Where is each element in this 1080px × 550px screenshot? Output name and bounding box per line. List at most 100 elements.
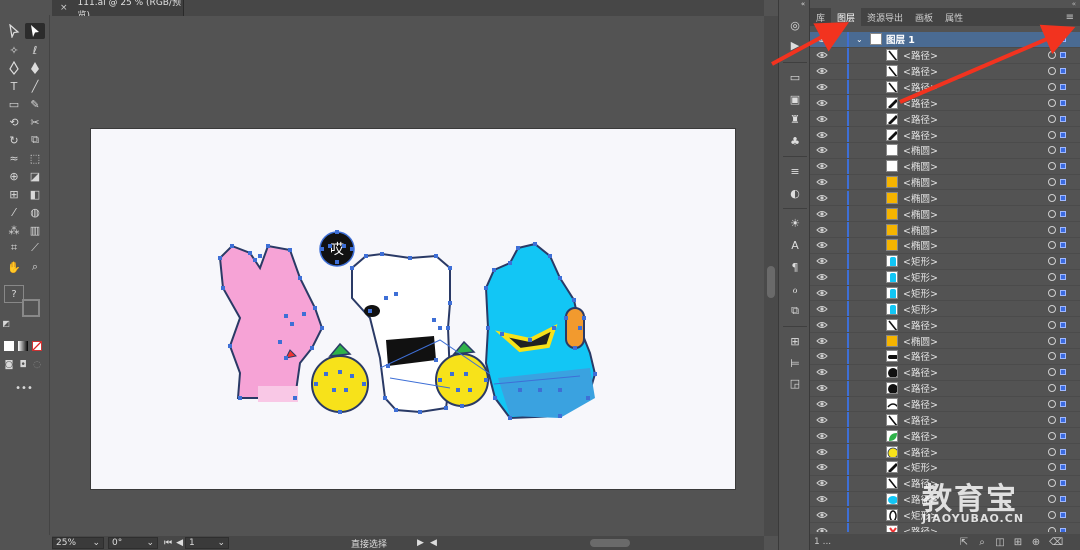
anchor-point[interactable]: [228, 344, 232, 348]
rotate-tool-icon[interactable]: ↻: [4, 132, 24, 148]
layer-item-row[interactable]: <路径>: [810, 428, 1080, 445]
layer-item-row[interactable]: <矩形>: [810, 253, 1080, 270]
selection-square-icon[interactable]: [1060, 179, 1066, 186]
anchor-point[interactable]: [572, 298, 576, 302]
target-circle-icon[interactable]: [1048, 304, 1056, 313]
anchor-point[interactable]: [448, 301, 452, 305]
new-sublayer-icon[interactable]: ⊞: [1012, 536, 1024, 548]
target-circle-icon[interactable]: [1048, 273, 1056, 282]
anchor-point[interactable]: [350, 266, 354, 270]
layer-item-row[interactable]: <路径>: [810, 364, 1080, 381]
anchor-point[interactable]: [548, 254, 552, 258]
scissors-icon[interactable]: ✂: [25, 114, 45, 130]
perspective-grid-icon[interactable]: ⊞: [4, 186, 24, 202]
visibility-eye-icon[interactable]: [816, 462, 828, 472]
anchor-point[interactable]: [586, 396, 590, 400]
pathfinder-icon[interactable]: ◲: [787, 376, 803, 390]
selection-square-icon[interactable]: [1060, 369, 1066, 376]
anchor-point[interactable]: [350, 247, 354, 251]
anchor-point[interactable]: [516, 246, 520, 250]
symbol-panel-icon[interactable]: ♜: [787, 112, 803, 126]
anchor-point[interactable]: [432, 318, 436, 322]
visibility-eye-icon[interactable]: [816, 114, 828, 124]
target-circle-icon[interactable]: [1048, 225, 1056, 234]
panel-tab-2[interactable]: 资源导出: [861, 8, 909, 26]
visibility-eye-icon[interactable]: [816, 193, 828, 203]
hand-tool-icon[interactable]: ✋: [4, 259, 24, 275]
target-circle-icon[interactable]: [1048, 431, 1056, 440]
clip-mask-icon[interactable]: ◫: [994, 536, 1006, 548]
selection-square-icon[interactable]: [1060, 131, 1066, 138]
layer-item-row[interactable]: <矩形>: [810, 285, 1080, 302]
visibility-eye-icon[interactable]: [816, 161, 828, 171]
anchor-point[interactable]: [230, 244, 234, 248]
layer-item-row[interactable]: <路径>: [810, 317, 1080, 334]
appearance-icon[interactable]: ☀: [787, 216, 803, 230]
delete-layer-icon[interactable]: ⌫: [1049, 536, 1063, 548]
anchor-point[interactable]: [528, 338, 532, 342]
first-artboard-icon[interactable]: ⏮: [164, 538, 172, 548]
target-circle-icon[interactable]: [1048, 463, 1056, 472]
magic-wand-icon[interactable]: ✧: [4, 42, 24, 58]
lemon-left[interactable]: [311, 342, 369, 413]
transparency-icon[interactable]: ◐: [787, 186, 803, 200]
selection-square-icon[interactable]: [1060, 305, 1066, 312]
layer-item-row[interactable]: <路径>: [810, 127, 1080, 143]
paintbrush-icon[interactable]: ✎: [25, 96, 45, 112]
visibility-eye-icon[interactable]: [816, 478, 828, 488]
selection-square-icon[interactable]: [1060, 337, 1066, 344]
anchor-point[interactable]: [533, 242, 537, 246]
zoom-tool-icon[interactable]: ⌕: [25, 259, 45, 275]
visibility-eye-icon[interactable]: [816, 82, 828, 92]
layer-item-row[interactable]: <椭圆>: [810, 174, 1080, 191]
lasso-icon[interactable]: ℓ: [25, 42, 45, 58]
layer-item-row[interactable]: <路径>: [810, 47, 1080, 64]
zoom-field[interactable]: 25% ⌄: [52, 537, 104, 549]
paragraph-panel-icon[interactable]: ¶: [787, 260, 803, 274]
export-icon[interactable]: ⇱: [958, 536, 970, 548]
anchor-point[interactable]: [335, 230, 339, 234]
selection-square-icon[interactable]: [1060, 400, 1066, 407]
selection-square-icon[interactable]: [1060, 147, 1066, 154]
panel-menu-icon[interactable]: ≡: [1060, 8, 1080, 26]
gradient-panel-icon[interactable]: ▭: [787, 70, 803, 84]
anchor-point[interactable]: [394, 292, 398, 296]
anchor-point[interactable]: [500, 332, 504, 336]
anchor-point[interactable]: [278, 340, 282, 344]
layer-item-row[interactable]: <椭圆>: [810, 190, 1080, 207]
anchor-point[interactable]: [450, 372, 454, 376]
target-circle-icon[interactable]: [1048, 178, 1056, 187]
anchor-point[interactable]: [558, 414, 562, 418]
target-circle-icon[interactable]: [1048, 352, 1056, 361]
target-circle-icon[interactable]: [1048, 98, 1056, 107]
anchor-point[interactable]: [328, 244, 332, 248]
anchor-point[interactable]: [368, 309, 372, 313]
visibility-eye-icon[interactable]: [816, 272, 828, 282]
visibility-eye-icon[interactable]: [816, 399, 828, 409]
target-circle-icon[interactable]: [1048, 162, 1056, 171]
layer-item-row[interactable]: <椭圆>: [810, 238, 1080, 254]
shaper-tool-icon[interactable]: ⟲: [4, 114, 24, 130]
selection-square-icon[interactable]: [1060, 242, 1066, 249]
layer-item-row[interactable]: <矩形>: [810, 301, 1080, 318]
layer-item-row[interactable]: <路径>: [810, 63, 1080, 80]
selection-square-icon[interactable]: [1060, 353, 1066, 360]
anchor-point[interactable]: [493, 396, 497, 400]
anchor-point[interactable]: [384, 296, 388, 300]
target-circle-icon[interactable]: [1048, 146, 1056, 155]
anchor-point[interactable]: [338, 370, 342, 374]
symbol-sprayer-icon[interactable]: ⁂: [4, 222, 24, 238]
anchor-point[interactable]: [558, 276, 562, 280]
target-circle-icon[interactable]: [1048, 399, 1056, 408]
visibility-eye-icon[interactable]: [816, 240, 828, 250]
target-circle-icon[interactable]: [1048, 82, 1056, 91]
horizontal-scroll-thumb[interactable]: [590, 539, 630, 547]
target-circle-icon[interactable]: [1048, 289, 1056, 298]
layer-item-row[interactable]: <路径>: [810, 349, 1080, 365]
live-paint-icon[interactable]: ◪: [25, 168, 45, 184]
anchor-point[interactable]: [564, 316, 568, 320]
anchor-point[interactable]: [362, 382, 366, 386]
anchor-point[interactable]: [552, 326, 556, 330]
visibility-eye-icon[interactable]: [816, 209, 828, 219]
image-panel-icon[interactable]: ▣: [787, 92, 803, 106]
